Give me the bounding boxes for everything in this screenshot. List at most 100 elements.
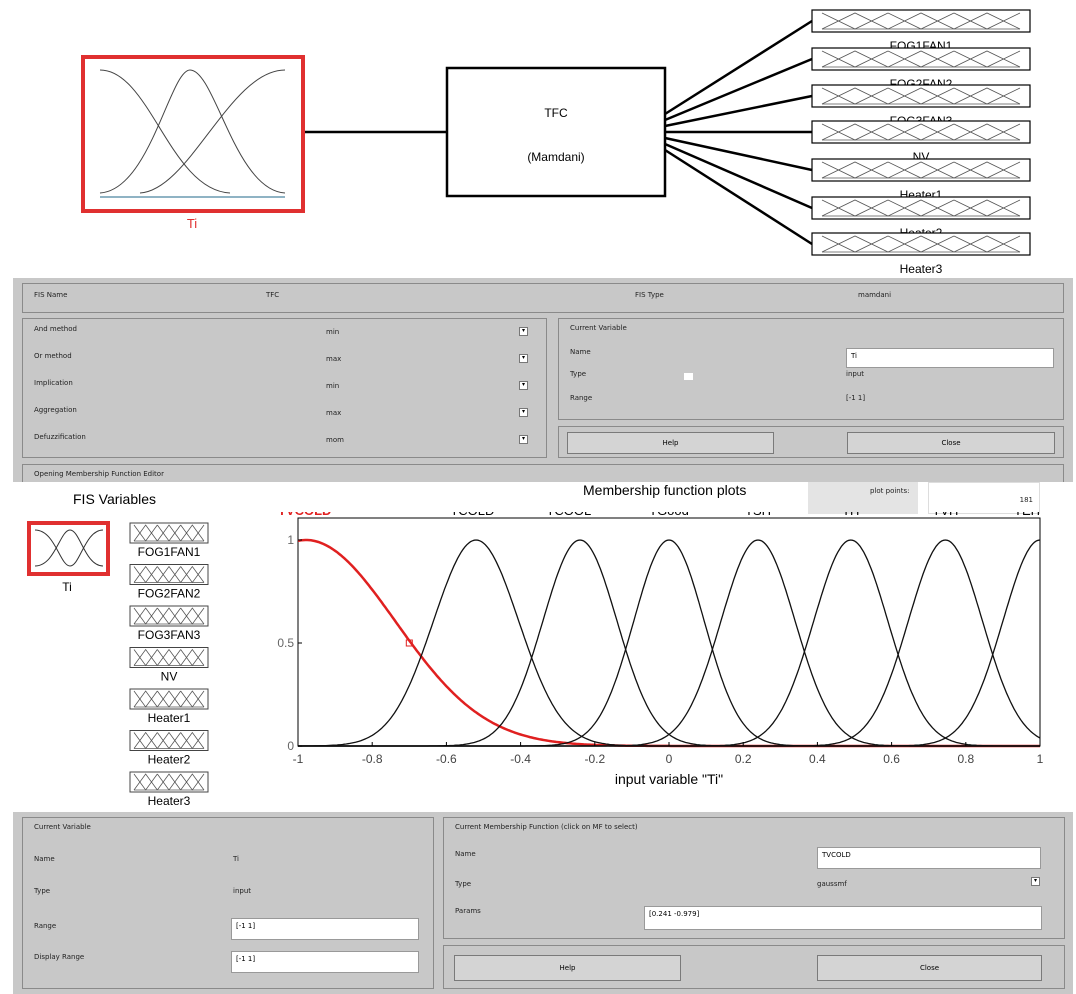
var-output-7[interactable] bbox=[129, 771, 209, 793]
cv-type-value: input bbox=[846, 370, 865, 378]
method-label-3: Aggregation bbox=[34, 406, 77, 414]
var-output-label-6: Heater2 bbox=[148, 753, 191, 767]
x-tick-label: 0.8 bbox=[957, 752, 974, 766]
output-block-4[interactable] bbox=[811, 120, 1031, 144]
plot-axes-box bbox=[297, 517, 1041, 747]
fis-editor-panel: FIS Name TFC FIS Type mamdani And method… bbox=[13, 278, 1073, 482]
cv-type-checkbox[interactable] bbox=[684, 373, 693, 380]
mf-cv-name-label: Name bbox=[34, 855, 55, 863]
status-frame: Opening Membership Function Editor bbox=[22, 464, 1064, 482]
current-mf-title: Current Membership Function (click on MF… bbox=[455, 823, 638, 831]
var-output-6[interactable] bbox=[129, 730, 209, 751]
mf-name-field[interactable]: TVCOLD bbox=[817, 847, 1041, 869]
mf-name-label-4[interactable]: TSH bbox=[745, 512, 771, 518]
mf-cv-name-value: Ti bbox=[233, 855, 240, 863]
x-tick-label: -0.6 bbox=[436, 752, 457, 766]
fis-name-frame: FIS Name TFC FIS Type mamdani bbox=[22, 283, 1064, 313]
mf-name-label-5[interactable]: TH bbox=[842, 512, 859, 518]
close-button[interactable]: Close bbox=[847, 432, 1055, 454]
method-select-1[interactable]: max bbox=[326, 355, 341, 363]
mf-name-label: Name bbox=[455, 850, 476, 858]
methods-frame: And method min ▾ Or method max ▾ Implication mi… bbox=[22, 318, 547, 458]
dropdown-arrow-icon[interactable]: ▾ bbox=[519, 327, 528, 336]
fis-type-label: FIS Type bbox=[635, 291, 664, 299]
mf-buttons-frame: Help Close bbox=[443, 945, 1065, 989]
plot-points-label: plot points: bbox=[870, 487, 910, 495]
fis-variables-panel: Ti FOG1FAN1 FOG2FAN2 FOG3FAN3 NV Heater1 Heat… bbox=[27, 521, 209, 808]
var-output-5[interactable] bbox=[129, 688, 209, 710]
fis-type-value: mamdani bbox=[858, 291, 892, 299]
plot-points-value: 181 bbox=[1019, 496, 1033, 504]
method-label-4: Defuzzification bbox=[34, 433, 86, 441]
mf-cv-range-field[interactable]: [-1 1] bbox=[231, 918, 419, 940]
fis-diagram-svg: Ti TFC (Mamdani) FOG1FAN1FOG2FAN2FOG3FAN… bbox=[81, 9, 1031, 276]
y-tick-label: 0 bbox=[287, 739, 294, 753]
status-text: Opening Membership Function Editor bbox=[34, 470, 164, 478]
var-output-blocks: FOG1FAN1 FOG2FAN2 FOG3FAN3 NV Heater1 Heater2… bbox=[129, 522, 209, 808]
method-select-3[interactable]: max bbox=[326, 409, 341, 417]
cv-range-label: Range bbox=[570, 394, 593, 402]
mf-params-label: Params bbox=[455, 907, 481, 915]
dropdown-arrow-icon[interactable]: ▾ bbox=[519, 381, 528, 390]
cv-name-field[interactable]: Ti bbox=[846, 348, 1054, 368]
input-block-label: Ti bbox=[187, 216, 197, 231]
plot-points-field[interactable]: 181 bbox=[928, 482, 1040, 514]
mf-type-dropdown-icon[interactable]: ▾ bbox=[1031, 877, 1040, 886]
mf-cv-range-label: Range bbox=[34, 922, 57, 930]
mf-help-button[interactable]: Help bbox=[454, 955, 681, 981]
fis-diagram: Ti TFC (Mamdani) FOG1FAN1FOG2FAN2FOG3FAN… bbox=[0, 0, 1076, 278]
method-select-2[interactable]: min bbox=[326, 382, 339, 390]
current-mf-frame: Current Membership Function (click on MF… bbox=[443, 817, 1065, 939]
x-tick-label: 1 bbox=[1037, 752, 1044, 766]
var-output-label-3: FOG3FAN3 bbox=[138, 628, 201, 642]
mf-bottom-panel: Current Variable Name Ti Type input Rang… bbox=[13, 812, 1073, 994]
mf-name-label-6[interactable]: TVH bbox=[932, 512, 958, 518]
dropdown-arrow-icon[interactable]: ▾ bbox=[519, 354, 528, 363]
mf-name-label-0[interactable]: TVCOLD bbox=[278, 512, 331, 518]
mf-name-label-3[interactable]: TGood bbox=[649, 512, 689, 518]
current-variable-title: Current Variable bbox=[570, 324, 627, 332]
output-blocks: FOG1FAN1FOG2FAN2FOG3FAN3NVHeater1Heater2… bbox=[664, 9, 1031, 276]
output-block-5[interactable] bbox=[811, 158, 1031, 182]
var-output-3[interactable] bbox=[129, 605, 209, 627]
method-select-0[interactable]: min bbox=[326, 328, 339, 336]
output-label-7: Heater3 bbox=[900, 262, 943, 276]
output-block-6[interactable] bbox=[811, 196, 1031, 220]
y-tick-label: 1 bbox=[287, 533, 294, 547]
system-block[interactable] bbox=[445, 66, 667, 198]
current-variable-frame: Current Variable Name Ti Type input Rang… bbox=[558, 318, 1064, 420]
dropdown-arrow-icon[interactable]: ▾ bbox=[519, 435, 528, 444]
output-block-7[interactable] bbox=[811, 232, 1031, 256]
var-output-1[interactable] bbox=[129, 522, 209, 544]
method-label-0: And method bbox=[34, 325, 77, 333]
mf-cv-type-value: input bbox=[233, 887, 252, 895]
var-output-4[interactable] bbox=[129, 647, 209, 668]
output-block-2[interactable] bbox=[811, 47, 1031, 71]
output-block-3[interactable] bbox=[811, 84, 1031, 108]
mf-plot[interactable]: TVCOLD TCOLD TCOOL TGood TSH TH TVH TEH 0 0.5 1 -1 -… bbox=[262, 512, 1052, 812]
var-output-2[interactable] bbox=[129, 564, 209, 585]
mf-name-label-1[interactable]: TCOLD bbox=[450, 512, 494, 518]
mf-params-field[interactable]: [0.241 -0.979] bbox=[644, 906, 1042, 930]
mf-current-variable-frame: Current Variable Name Ti Type input Rang… bbox=[22, 817, 434, 989]
dropdown-arrow-icon[interactable]: ▾ bbox=[519, 408, 528, 417]
fis-variables-title: FIS Variables bbox=[73, 491, 156, 507]
x-tick-label: -0.4 bbox=[510, 752, 531, 766]
mf-close-button[interactable]: Close bbox=[817, 955, 1042, 981]
mf-cv-display-range-field[interactable]: [-1 1] bbox=[231, 951, 419, 973]
output-block-1[interactable] bbox=[811, 9, 1031, 33]
mf-name-label-2[interactable]: TCOOL bbox=[546, 512, 591, 518]
mf-name-label-7[interactable]: TEH bbox=[1014, 512, 1040, 518]
plot-points-box: plot points: bbox=[808, 482, 918, 514]
help-button[interactable]: Help bbox=[567, 432, 774, 454]
mf-type-value[interactable]: gaussmf bbox=[817, 880, 847, 888]
system-name: TFC bbox=[544, 106, 568, 120]
x-axis-label: input variable "Ti" bbox=[615, 771, 723, 787]
y-tick-label: 0.5 bbox=[277, 636, 294, 650]
cv-type-label: Type bbox=[570, 370, 587, 378]
x-tick-label: -0.8 bbox=[362, 752, 383, 766]
method-label-2: Implication bbox=[34, 379, 73, 387]
method-select-4[interactable]: mom bbox=[326, 436, 344, 444]
system-type: (Mamdani) bbox=[527, 150, 584, 164]
fis-name-label: FIS Name bbox=[34, 291, 68, 299]
